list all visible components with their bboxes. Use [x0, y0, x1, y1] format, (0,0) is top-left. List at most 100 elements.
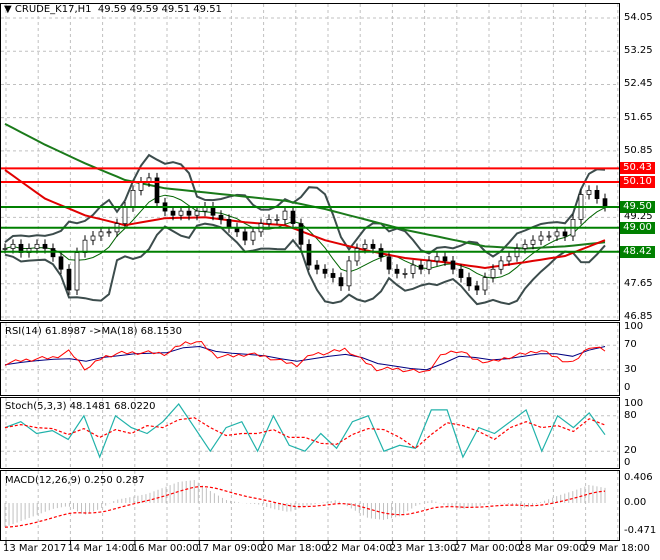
price-candle-body [386, 256, 392, 270]
price-candle-body [418, 264, 424, 270]
level-label: 49.50 [620, 200, 655, 213]
x-tick-label: 29 Mar 18:00 [583, 543, 650, 554]
price-candle-body [362, 243, 368, 249]
price-candle-body [330, 273, 336, 278]
price-tick: 52.45 [624, 78, 653, 90]
x-tick-label: 13 Mar 2017 [3, 543, 67, 554]
macd-title: MACD(12,26,9) 0.250 0.287 [5, 475, 145, 486]
price-tick: 47.65 [624, 277, 653, 289]
price-candle-body [210, 206, 216, 216]
price-tick: 51.65 [624, 111, 653, 123]
price-candle-body [586, 189, 592, 195]
stoch-tick: 100 [624, 398, 644, 409]
price-candle-body [466, 277, 472, 287]
price-candle-body [346, 260, 352, 287]
stoch-tick: 20 [624, 445, 637, 457]
price-candle-body [474, 285, 480, 291]
ohlc-label: 49.59 49.59 49.51 49.51 [97, 4, 222, 15]
stoch-tick: 0 [624, 457, 631, 468]
price-candle-body [482, 277, 488, 291]
price-candle-body [250, 231, 256, 241]
stoch-tick: 80 [624, 409, 637, 421]
price-candle-body [602, 198, 608, 207]
price-candle-body [98, 231, 104, 237]
price-candle-body [490, 268, 496, 278]
collapse-triangle-icon[interactable]: ▼ [4, 4, 12, 15]
rsi-tick: 30 [624, 363, 637, 375]
price-candle-body [546, 235, 552, 238]
price-candle-body [298, 223, 304, 245]
price-candle-body [394, 268, 400, 274]
symbol-label: CRUDE_K17,H1 [14, 4, 92, 15]
price-candle-body [66, 268, 72, 291]
price-candle-body [290, 210, 296, 224]
price-candle-body [34, 243, 40, 249]
price-candle-body [106, 231, 112, 234]
price-candle-body [442, 256, 448, 262]
price-candle-body [530, 239, 536, 245]
price-candle-body [354, 248, 360, 262]
macd-tick: 0.00 [624, 497, 647, 508]
price-candle-body [522, 243, 528, 249]
price-tick: 49.25 [624, 211, 653, 223]
rsi-tick: 70 [624, 339, 637, 351]
price-candle-body [178, 210, 184, 216]
price-candle-body [314, 264, 320, 270]
price-candle-body [506, 256, 512, 262]
price-candle-body [426, 260, 432, 270]
price-tick: 53.25 [624, 45, 653, 57]
price-candle-body [370, 243, 376, 249]
price-candle-body [42, 243, 48, 249]
price-candle-body [594, 189, 600, 199]
price-candle-body [226, 219, 232, 229]
price-candle-body [450, 260, 456, 270]
level-label: 48.42 [620, 245, 655, 258]
price-candle-body [10, 243, 16, 249]
x-tick-label: 17 Mar 09:00 [196, 543, 264, 554]
x-tick-label: 28 Mar 09:00 [518, 543, 586, 554]
price-candle-body [458, 268, 464, 278]
price-candle-body [122, 206, 128, 224]
price-candle-body [242, 231, 248, 241]
level-label: 49.00 [620, 221, 655, 234]
price-candle-body [538, 235, 544, 241]
price-candle-body [130, 189, 136, 208]
rsi-title: RSI(14) 61.8987 ->MA(18) 68.1530 [5, 326, 182, 337]
macd-tick: -0.471 [624, 525, 657, 537]
price-candle-body [562, 231, 568, 237]
price-candle-body [338, 277, 344, 287]
price-candle-body [186, 210, 192, 216]
price-candle-body [90, 235, 96, 241]
price-candle-body [434, 256, 440, 262]
level-label: 50.43 [620, 162, 655, 175]
price-candle-body [82, 239, 88, 253]
price-tick: 54.05 [624, 12, 653, 23]
rsi-tick: 0 [624, 382, 631, 393]
price-candle-body [138, 181, 144, 191]
price-candle-body [282, 210, 288, 220]
x-tick-label: 20 Mar 18:00 [260, 543, 328, 554]
price-candle-body [74, 252, 80, 291]
price-candle-body [554, 231, 560, 237]
price-candle-body [402, 273, 408, 275]
price-candle-body [274, 219, 280, 221]
price-candle-body [58, 256, 64, 270]
price-candle-body [218, 214, 224, 220]
chart-header: ▼ CRUDE_K17,H1 49.59 49.59 49.51 49.51 [4, 4, 222, 15]
x-tick-label: 23 Mar 13:00 [389, 543, 457, 554]
price-tick: 50.85 [624, 144, 653, 156]
x-tick-label: 16 Mar 00:00 [131, 543, 199, 554]
price-candle-body [306, 243, 312, 266]
x-tick-label: 14 Mar 14:00 [67, 543, 135, 554]
price-candle-body [322, 268, 328, 274]
stoch-title: Stoch(5,3,3) 48.1481 68.0220 [5, 401, 156, 412]
rsi-tick: 100 [624, 321, 644, 332]
x-tick-label: 27 Mar 00:00 [454, 543, 521, 554]
price-candle-body [170, 210, 176, 216]
macd-tick: 0.406 [624, 472, 653, 484]
price-candle-body [498, 260, 504, 270]
price-candle-body [266, 219, 272, 224]
price-candle-body [2, 248, 8, 250]
x-tick-label: 22 Mar 04:00 [325, 543, 393, 554]
price-candle-body [410, 264, 416, 274]
